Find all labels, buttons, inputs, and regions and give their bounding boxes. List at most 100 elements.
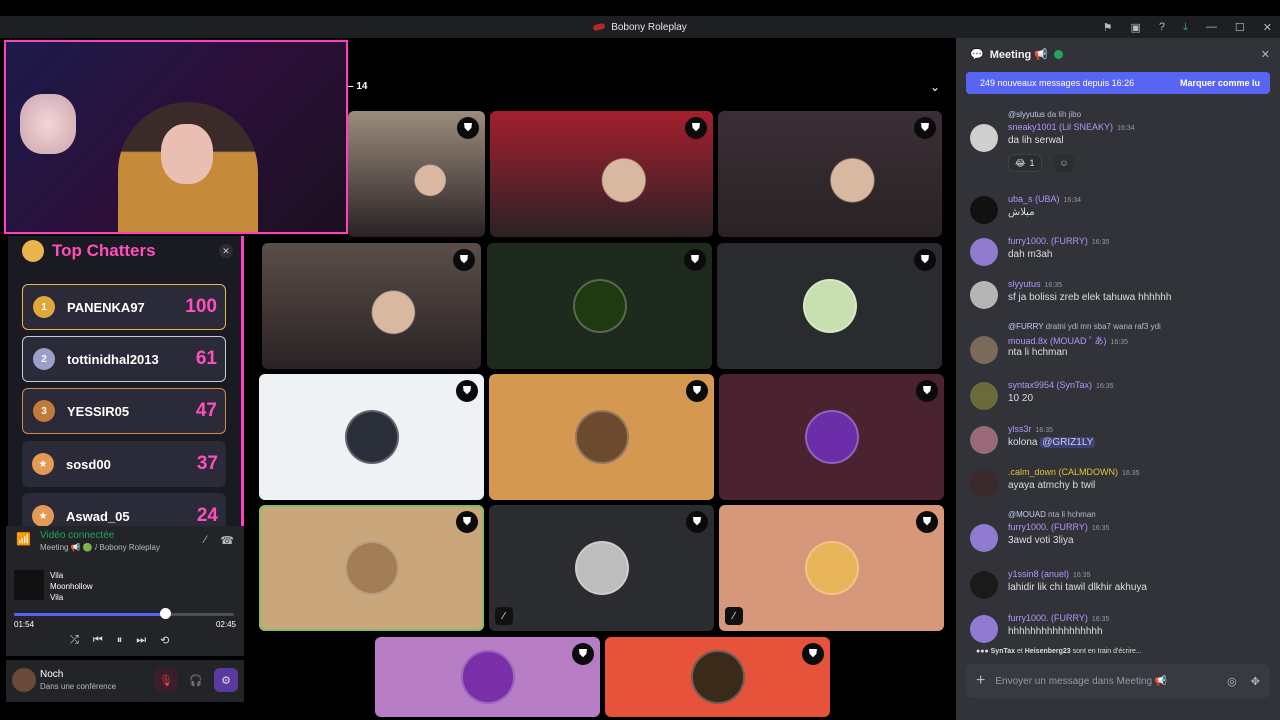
pin-icon[interactable]: ⛊ — [685, 117, 707, 139]
avatar[interactable] — [970, 336, 998, 364]
message-username[interactable]: mouad.8x (MOUAD ˚ あ) — [1008, 336, 1107, 346]
reply-preview[interactable]: @FURRY dratni ydi mn sba7 wana raf3 ydi — [1008, 322, 1161, 331]
message-timestamp: 16:35 — [1073, 572, 1091, 579]
next-icon[interactable]: ⏭ — [136, 634, 146, 647]
avatar[interactable] — [970, 426, 998, 454]
pin-icon[interactable]: ⛊ — [916, 511, 938, 533]
add-attachment-icon[interactable]: + — [976, 672, 985, 690]
add-reaction-icon[interactable]: ☺ — [1054, 154, 1074, 172]
pin-icon[interactable]: ⛊ — [456, 511, 478, 533]
message-username[interactable]: slyyutus — [1008, 279, 1041, 289]
participant-tile[interactable]: ⛊ ⁄ — [719, 505, 944, 631]
gear-icon[interactable]: ⚙ — [214, 668, 238, 692]
headphones-icon[interactable]: 🎧 — [184, 668, 208, 692]
avatar[interactable] — [970, 571, 998, 599]
participant-tile[interactable]: ⛊ — [262, 243, 481, 369]
maximize-button[interactable]: ☐ — [1235, 21, 1245, 34]
mute-mic-icon[interactable]: 🎙 — [154, 668, 178, 692]
message-text: da lih serwal — [1008, 135, 1064, 146]
avatar[interactable] — [970, 281, 998, 309]
pin-icon[interactable]: ⛊ — [457, 117, 479, 139]
avatar[interactable] — [970, 382, 998, 410]
participant-tile[interactable]: ⛊ — [605, 637, 830, 717]
avatar[interactable] — [12, 668, 36, 692]
message-username[interactable]: ylss3r — [1008, 424, 1032, 434]
participant-tile[interactable]: ⛊ — [348, 111, 485, 237]
message-username[interactable]: syntax9954 (SynTax) — [1008, 380, 1092, 390]
avatar[interactable] — [970, 469, 998, 497]
participant-tile[interactable]: ⛊ — [259, 505, 484, 631]
message-username[interactable]: furry1000. (FURRY) — [1008, 236, 1088, 246]
message-username[interactable]: furry1000. (FURRY) — [1008, 613, 1088, 623]
pin-icon[interactable]: ⛊ — [916, 380, 938, 402]
message-input[interactable]: Envoyer un message dans Meeting 📢 — [995, 676, 1167, 687]
pin-icon[interactable]: ⛊ — [914, 249, 936, 271]
shuffle-icon[interactable]: ⤮ — [70, 634, 79, 647]
pin-icon[interactable]: ⛊ — [453, 249, 475, 271]
avatar[interactable] — [970, 238, 998, 266]
message-username[interactable]: sneaky1001 (Lil SNEAKY) — [1008, 122, 1113, 132]
participant-count: – 14 — [348, 81, 368, 92]
duration-time: 02:45 — [215, 620, 236, 629]
gif-icon[interactable]: ◎ — [1227, 675, 1237, 688]
streamer-face — [161, 124, 213, 184]
reaction-button[interactable]: 😂 1 — [1008, 154, 1042, 172]
reply-preview[interactable]: @MOUAD nta li hchman — [1008, 510, 1096, 519]
pin-icon[interactable]: ⛊ — [686, 380, 708, 402]
message-username[interactable]: furry1000. (FURRY) — [1008, 522, 1088, 532]
noise-suppression-icon[interactable]: ⁄ — [204, 534, 206, 547]
screen-icon[interactable]: ▣ — [1131, 21, 1141, 34]
pin-icon[interactable]: ⛊ — [684, 249, 706, 271]
pin-icon[interactable]: ⛊ — [572, 643, 594, 665]
participant-avatar — [572, 279, 627, 333]
close-chat-button[interactable]: ✕ — [1261, 48, 1270, 61]
participant-avatar — [344, 410, 399, 464]
mark-as-read-button[interactable]: Marquer comme lu — [1180, 78, 1260, 88]
participant-avatar — [690, 650, 745, 704]
pin-icon[interactable]: ⛊ — [456, 380, 478, 402]
download-icon[interactable]: ⤓ — [1183, 21, 1188, 34]
message-text: hhhhhhhhhhhhhhhhh — [1008, 626, 1103, 637]
participant-tile[interactable]: ⛊ — [717, 243, 942, 369]
close-window-button[interactable]: ✕ — [1263, 21, 1272, 34]
close-icon[interactable]: ✕ — [219, 244, 233, 258]
participant-tile[interactable]: ⛊ — [487, 243, 712, 369]
previous-icon[interactable]: ⏮ — [93, 634, 103, 647]
help-icon[interactable]: ? — [1159, 21, 1165, 33]
reply-preview[interactable]: @slyyutus da lih jibo — [1008, 110, 1081, 119]
minimize-button[interactable]: — — [1206, 21, 1217, 33]
avatar[interactable] — [970, 615, 998, 643]
participant-tile[interactable]: ⛊ — [489, 374, 714, 500]
flag-icon[interactable]: ⚑ — [1103, 21, 1113, 34]
title-bar: Bobony Roleplay ⚑ ▣ ? ⤓ — ☐ ✕ — [0, 16, 1280, 38]
participant-tile[interactable]: ⛊ — [490, 111, 713, 237]
voice-channel[interactable]: Meeting 📢 🟢 / Bobony Roleplay — [40, 543, 160, 552]
user-mention[interactable]: @GRIZ1LY — [1040, 437, 1096, 448]
message-composer[interactable]: + Envoyer un message dans Meeting 📢 ◎ ✥ — [966, 664, 1270, 698]
progress-knob[interactable] — [160, 608, 172, 619]
message-username[interactable]: uba_s (UBA) — [1008, 194, 1060, 204]
apps-icon[interactable]: ✥ — [1251, 675, 1260, 688]
message-username[interactable]: .calm_down (CALMDOWN) — [1008, 467, 1118, 477]
participant-tile[interactable]: ⛊ — [375, 637, 600, 717]
pin-icon[interactable]: ⛊ — [802, 643, 824, 665]
message-username[interactable]: y1ssin8 (anuel) — [1008, 569, 1069, 579]
participant-tile[interactable]: ⛊ — [718, 111, 942, 237]
participant-tile[interactable]: ⛊ ⁄ — [489, 505, 714, 631]
participant-tile[interactable]: ⛊ — [259, 374, 484, 500]
avatar[interactable] — [970, 524, 998, 552]
disconnect-icon[interactable]: ☎ — [220, 534, 234, 547]
repeat-icon[interactable]: ⟲ — [160, 634, 169, 647]
lamp-image — [20, 94, 76, 154]
pin-icon[interactable]: ⛊ — [686, 511, 708, 533]
top-chatters-title: Top Chatters — [52, 241, 156, 260]
progress-bar[interactable] — [14, 613, 234, 616]
participant-tile[interactable]: ⛊ — [719, 374, 944, 500]
pause-icon[interactable]: ⏸ — [117, 634, 123, 647]
avatar[interactable] — [970, 124, 998, 152]
window-title-text: Bobony Roleplay — [611, 21, 687, 33]
pin-icon[interactable]: ⛊ — [914, 117, 936, 139]
new-messages-banner[interactable]: 249 nouveaux messages depuis 16:26 Marqu… — [966, 72, 1270, 94]
chevron-down-icon[interactable]: ⌄ — [930, 80, 940, 94]
avatar[interactable] — [970, 196, 998, 224]
